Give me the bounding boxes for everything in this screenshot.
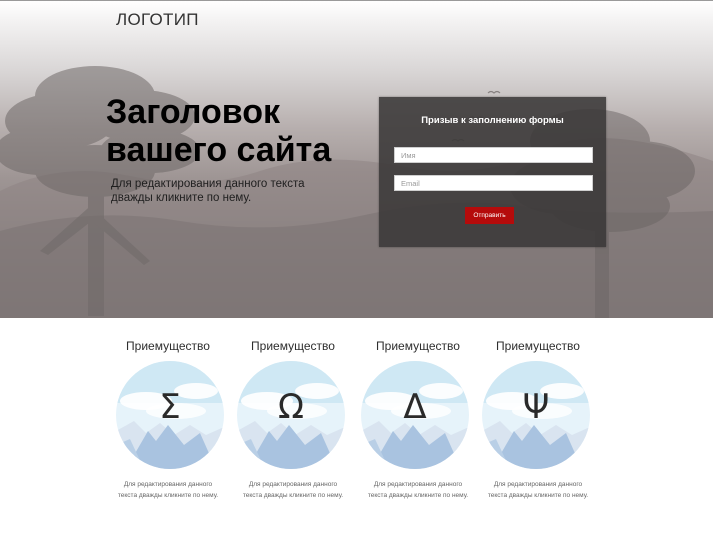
hero-section: ЛОГОТИП Заголовок вашего сайта Для редак… [0, 1, 713, 318]
features-section: Приемущество Σ Для редактирования данног… [0, 318, 713, 535]
omega-icon: Ω [278, 387, 304, 427]
site-logo[interactable]: ЛОГОТИП [116, 10, 199, 30]
feature-image: Ψ [482, 361, 590, 469]
feature-description: Для редактирования данного текста дважды… [242, 481, 344, 499]
feature-title: Приемущество [496, 339, 580, 353]
psi-icon: Ψ [522, 387, 550, 427]
hero-title: Заголовок вашего сайта [106, 93, 332, 169]
form-title: Призыв к заполнению формы [421, 115, 564, 126]
hero-description: Для редактирования данного текста дважды… [111, 178, 305, 204]
feature-description: Для редактирования данного текста дважды… [487, 481, 589, 499]
feature-description: Для редактирования данного текста дважды… [117, 481, 219, 499]
feature-title: Приемущество [126, 339, 210, 353]
feature-image: Σ [116, 361, 224, 469]
contact-form: Призыв к заполнению формы Отправить [379, 97, 606, 247]
email-field[interactable] [394, 175, 593, 191]
feature-image: Δ [361, 361, 469, 469]
submit-button[interactable]: Отправить [465, 207, 514, 224]
feature-image: Ω [237, 361, 345, 469]
sigma-icon: Σ [159, 387, 181, 427]
delta-icon: Δ [403, 387, 427, 427]
feature-description: Для редактирования данного текста дважды… [367, 481, 469, 499]
feature-title: Приемущество [376, 339, 460, 353]
name-field[interactable] [394, 147, 593, 163]
feature-title: Приемущество [251, 339, 335, 353]
